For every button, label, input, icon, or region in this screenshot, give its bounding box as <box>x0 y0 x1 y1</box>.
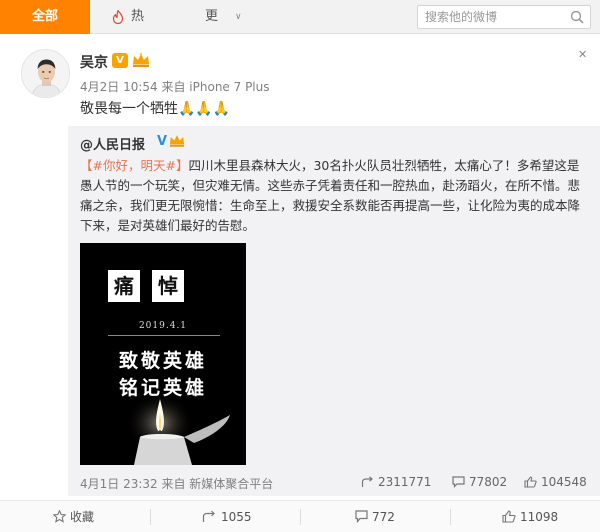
forward-count: 1055 <box>221 510 252 524</box>
search-box <box>417 5 591 29</box>
forward-icon <box>202 510 215 522</box>
forward-count: 2311771 <box>378 475 432 489</box>
weibo-post-card: ✕ 吴京 V 4月2日 10:54 来自 iPhone 7 Plus 敬畏每一个… <box>0 34 600 500</box>
like-button[interactable]: 11098 <box>450 501 600 532</box>
like-icon <box>524 476 537 488</box>
repost-block: @人民日报 V 【#你好，明天#】四川木里县森林大火，30名扑火队员壮烈牺牲，太… <box>68 126 600 496</box>
like-icon <box>502 510 516 523</box>
comment-button[interactable]: 772 <box>300 501 450 532</box>
poster-title: 痛悼 <box>108 270 196 302</box>
avatar-portrait <box>22 50 69 97</box>
like-count: 11098 <box>520 510 559 524</box>
poster-divider <box>108 335 220 336</box>
repost-meta: 4月1日 23:32 来自 新媒体聚合平台 <box>80 477 274 491</box>
search-icon[interactable] <box>570 10 584 24</box>
candle-icon <box>126 393 230 465</box>
action-bar: 收藏 1055 772 11098 <box>0 500 600 532</box>
poster-date: 2019.4.1 <box>138 321 188 331</box>
like-count: 104548 <box>541 475 587 489</box>
forward-icon <box>361 476 373 487</box>
close-icon[interactable]: ✕ <box>578 48 587 61</box>
repost-text: 【#你好，明天#】四川木里县森林大火，30名扑火队员壮烈牺牲，太痛心了！多希望这… <box>80 156 588 236</box>
poster-title-char: 痛 <box>108 270 140 302</box>
post-meta: 4月2日 10:54 来自 iPhone 7 Plus <box>80 80 270 94</box>
search-input[interactable] <box>425 9 565 25</box>
comment-count: 77802 <box>469 475 508 489</box>
forward-button[interactable]: 1055 <box>150 501 300 532</box>
chevron-down-icon: ∨ <box>235 12 242 22</box>
comment-count: 772 <box>372 510 395 524</box>
favorite-label: 收藏 <box>70 510 95 524</box>
star-icon <box>53 510 66 523</box>
avatar[interactable] <box>21 49 70 98</box>
comment-icon <box>355 510 368 523</box>
repost-author-name[interactable]: @人民日报 <box>80 134 145 153</box>
verified-badge-icon: V <box>112 53 128 68</box>
crown-icon <box>169 135 185 147</box>
mourning-poster-image[interactable]: 痛悼 2019.4.1 致敬英雄 铭记英雄 <box>80 243 246 465</box>
fire-icon <box>112 10 124 24</box>
post-text: 敬畏每一个牺牲🙏🙏🙏 <box>80 101 231 117</box>
crown-icon <box>133 52 149 67</box>
hashtag-link[interactable]: 【#你好，明天#】 <box>80 158 188 173</box>
verified-badge-icon: V <box>157 134 168 149</box>
comment-icon <box>452 476 465 488</box>
tab-bar: 全部 热门 更多 ∨ <box>0 0 600 58</box>
poster-title-char: 悼 <box>152 270 184 302</box>
tab-all[interactable]: 全部 <box>0 0 90 34</box>
post-author-name[interactable]: 吴京 <box>80 52 108 72</box>
favorite-button[interactable]: 收藏 <box>0 501 150 532</box>
poster-line-1: 致敬英雄 <box>118 350 207 372</box>
